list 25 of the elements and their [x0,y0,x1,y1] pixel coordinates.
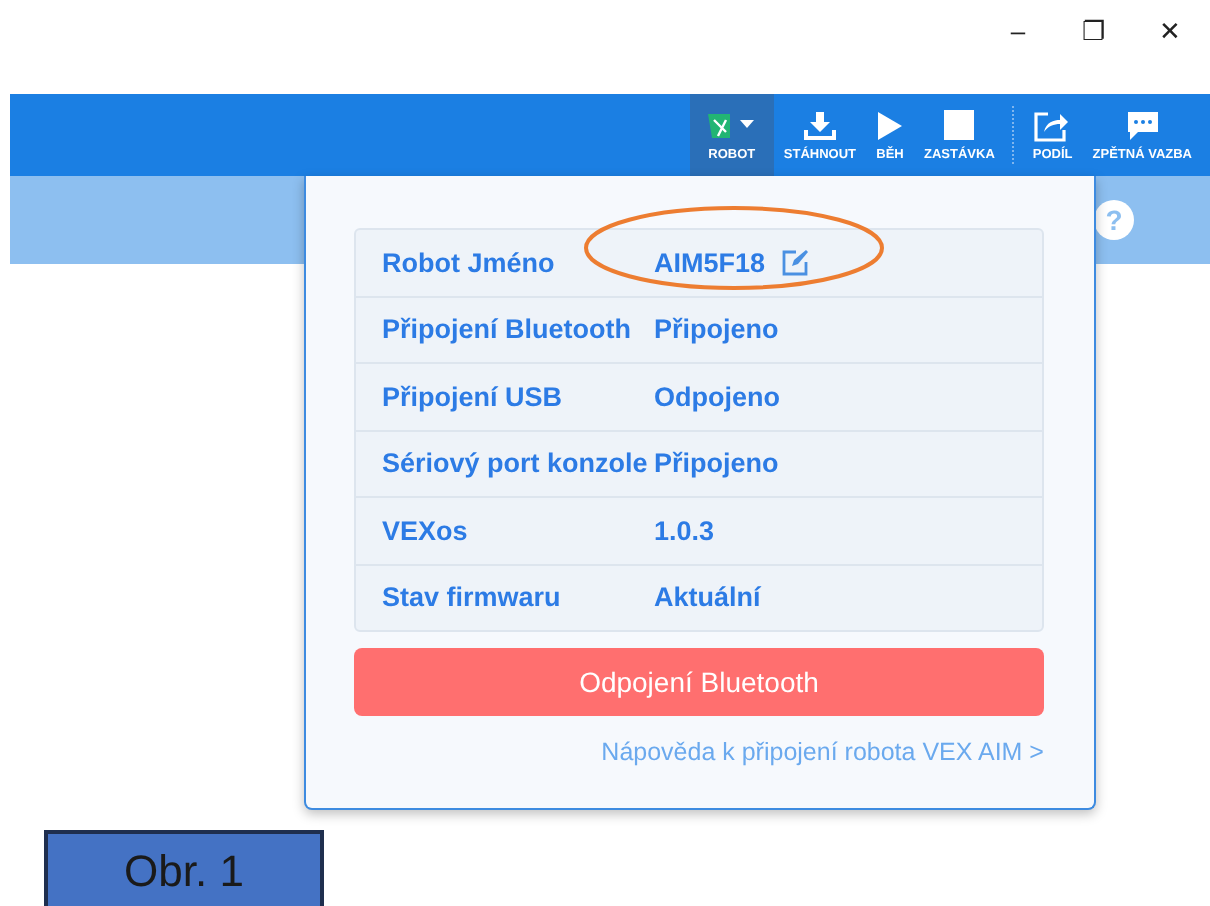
play-icon [876,109,905,141]
row-label: VEXos [380,515,470,546]
share-icon [1034,109,1071,141]
window-control-button[interactable]: ❐ [1078,15,1110,45]
window-control-button[interactable]: ✕ [1154,15,1186,45]
feedback-icon [1125,109,1160,141]
help-link[interactable]: Nápověda k připojení robota VEX AIM > [601,738,1044,766]
row-value: AIM5F18 [654,247,766,278]
disconnect-button[interactable]: Odpojení Bluetooth [354,648,1044,716]
figure-label: Obr. 1 [44,830,324,906]
row-value: Odpojeno [654,381,780,412]
window-control-button[interactable]: – [1002,15,1034,45]
row-value: Aktuální [654,582,761,613]
row-label: Sériový port konzole [380,448,650,479]
row-value: Připojeno [654,314,779,345]
row-value: 1.0.3 [654,515,715,546]
robot-icon [705,109,758,141]
row-label: Robot Jméno [380,247,557,278]
stop-icon [944,110,975,140]
row-label: Připojení Bluetooth [380,314,633,345]
row-label: Stav firmwaru [380,582,563,613]
row-value: Připojeno [654,448,779,479]
row-label: Připojení USB [380,381,565,412]
edit-icon[interactable] [781,249,808,276]
download-icon [801,109,838,141]
